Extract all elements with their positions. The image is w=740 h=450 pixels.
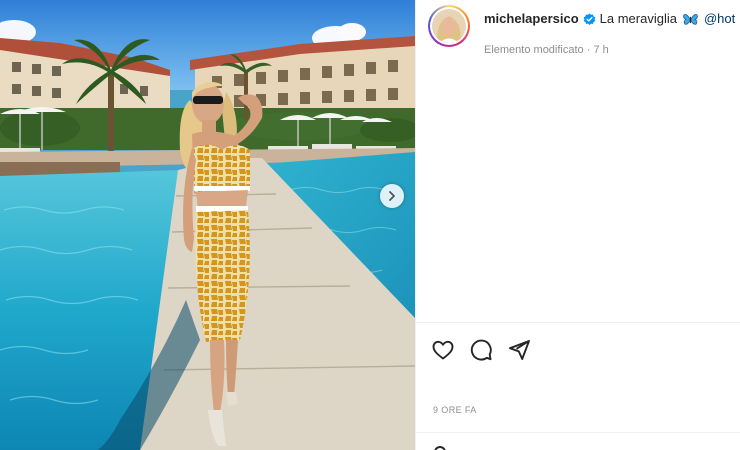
mention-link[interactable]: @hot [704,11,735,27]
verified-badge-icon [583,12,596,26]
like-button[interactable] [430,337,456,363]
butterfly-icon [683,13,698,26]
caption-line: michelapersico La meraviglia @hot [484,11,735,27]
paper-plane-icon [509,340,530,360]
share-button[interactable] [506,337,532,363]
carousel-next-button[interactable] [380,184,404,208]
post-side-panel: michelapersico La meraviglia @hot Elemen… [415,0,740,450]
pool-photo-image [0,0,415,450]
action-bar [430,336,532,364]
edited-note: Elemento modificato · 7 h [484,44,609,56]
caption-text: La meraviglia [599,11,677,26]
chevron-right-icon [389,191,395,201]
post-timestamp[interactable]: 9 ORE FA [433,405,477,415]
username-link[interactable]: michelapersico [484,11,579,27]
edited-time[interactable]: 7 h [593,44,608,56]
post-header: michelapersico La meraviglia @hot Elemen… [416,0,740,70]
divider [416,432,740,433]
story-ring[interactable] [428,5,470,47]
comment-icon [470,339,492,361]
edited-label: Elemento modificato [484,44,584,56]
avatar-image [432,9,466,43]
comment-button[interactable] [468,337,494,363]
heart-icon [432,340,454,360]
avatar[interactable] [432,9,466,43]
emoji-icon[interactable] [434,446,446,450]
divider [416,322,740,323]
post-photo[interactable] [0,0,415,450]
